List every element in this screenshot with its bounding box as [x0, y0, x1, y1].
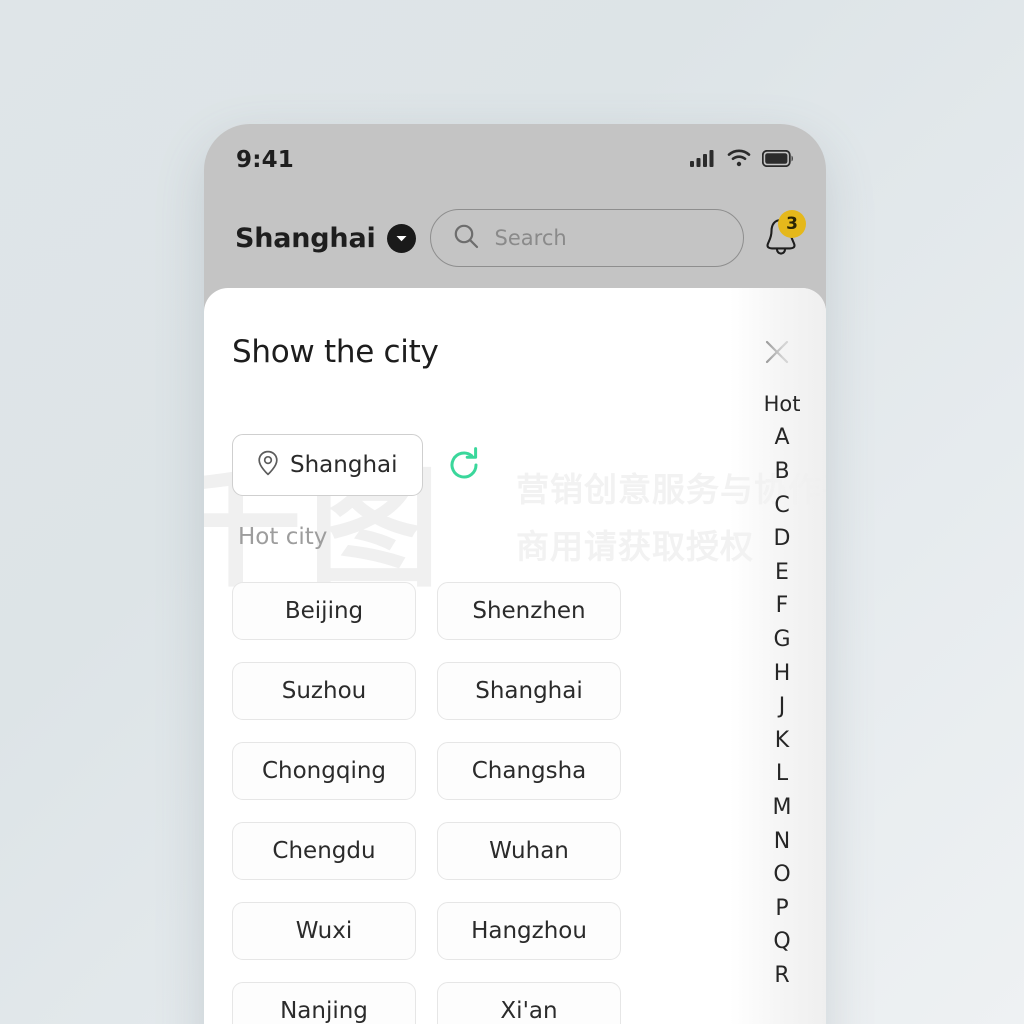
alphabet-index-item[interactable]: J — [779, 690, 786, 724]
cellular-signal-icon — [690, 149, 716, 171]
city-button[interactable]: Shanghai — [437, 662, 621, 720]
notification-badge: 3 — [778, 210, 806, 238]
alphabet-index-item[interactable]: D — [774, 522, 791, 556]
city-picker-sheet: 千图 营销创意服务与协作平台 商用请获取授权 Show the city — [204, 288, 826, 1024]
city-button[interactable]: Changsha — [437, 742, 621, 800]
battery-icon — [761, 149, 794, 171]
search-input[interactable] — [494, 226, 721, 250]
alphabet-index-item[interactable]: H — [774, 657, 791, 691]
close-icon[interactable] — [756, 331, 798, 373]
alphabet-index-item[interactable]: G — [773, 623, 790, 657]
current-location-chip[interactable]: Shanghai — [232, 434, 423, 496]
status-bar-time: 9:41 — [236, 147, 295, 173]
city-button[interactable]: Hangzhou — [437, 902, 621, 960]
hot-city-section-label: Hot city — [238, 524, 328, 550]
current-location-row: Shanghai — [232, 434, 484, 496]
alphabet-index-item[interactable]: M — [773, 791, 792, 825]
sheet-header: Show the city — [204, 288, 826, 416]
app-header: Shanghai Search 3 — [204, 188, 826, 288]
status-bar-icons — [690, 149, 794, 171]
alphabet-index-item[interactable]: O — [773, 858, 790, 892]
alphabet-index-item[interactable]: B — [774, 455, 789, 489]
alphabet-index-item[interactable]: A — [774, 422, 789, 456]
alphabet-index-item[interactable]: E — [775, 556, 789, 590]
alphabet-index-item[interactable]: N — [774, 825, 790, 859]
search-bar[interactable] — [429, 209, 744, 267]
alphabet-index-item[interactable]: P — [775, 892, 788, 926]
city-button[interactable]: Chengdu — [232, 822, 416, 880]
city-button[interactable]: Beijing — [232, 582, 416, 640]
alphabet-index-item[interactable]: K — [775, 724, 789, 758]
search-icon — [453, 223, 479, 253]
city-button[interactable]: Nanjing — [232, 982, 416, 1024]
city-button[interactable]: Wuhan — [437, 822, 621, 880]
city-button[interactable]: Wuxi — [232, 902, 416, 960]
screen-background: 9:41 Shanghai Search 3 千图 营销创意服务与协作 商用请获… — [0, 0, 1024, 1024]
hot-city-grid: Beijing Shenzhen Suzhou Shanghai Chongqing Ch… — [232, 582, 790, 1024]
phone-frame: 9:41 Shanghai Search 3 千图 营销创意服务与协作 商用请获… — [204, 124, 826, 1024]
wifi-icon — [727, 149, 751, 171]
alphabet-index-item[interactable]: Hot — [764, 388, 801, 422]
alphabet-index[interactable]: Hot A B C D E F G H J K L M N O P Q R — [760, 388, 804, 993]
status-bar: 9:41 — [204, 124, 826, 188]
alphabet-index-item[interactable]: L — [776, 758, 788, 792]
alphabet-index-item[interactable]: F — [776, 590, 789, 624]
city-selector-button[interactable]: Shanghai — [235, 223, 416, 254]
current-location-label: Shanghai — [290, 452, 398, 478]
page-title: Show the city — [232, 334, 439, 370]
alphabet-index-item[interactable]: R — [774, 959, 789, 993]
alphabet-index-item[interactable]: Q — [773, 926, 790, 960]
city-button[interactable]: Chongqing — [232, 742, 416, 800]
city-button[interactable]: Xi'an — [437, 982, 621, 1024]
notifications-button[interactable]: 3 — [758, 210, 806, 264]
alphabet-index-item[interactable]: C — [774, 489, 789, 523]
city-button[interactable]: Shenzhen — [437, 582, 621, 640]
refresh-icon[interactable] — [444, 445, 484, 485]
chevron-down-icon[interactable] — [386, 223, 416, 253]
city-button[interactable]: Suzhou — [232, 662, 416, 720]
map-pin-icon — [257, 450, 279, 480]
current-city-label: Shanghai — [235, 222, 376, 254]
